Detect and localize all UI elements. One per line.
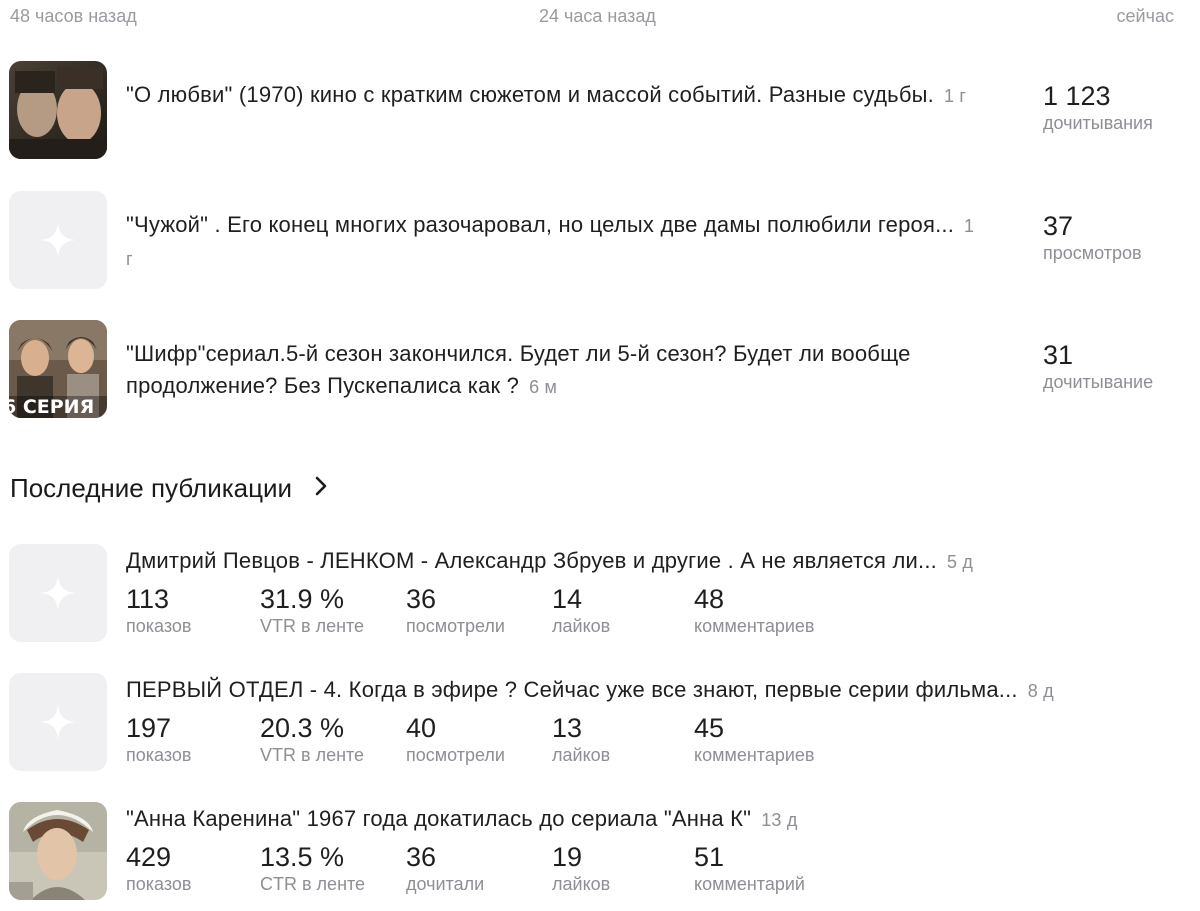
- publication-row[interactable]: "Анна Каренина" 1967 года докатилась до …: [0, 802, 1200, 902]
- article-title[interactable]: "Шифр"сериал.5-й сезон закончился. Будет…: [126, 338, 986, 403]
- article-metric: 1 123 дочитывания: [1043, 81, 1153, 135]
- metric-label: дочитывания: [1043, 113, 1153, 133]
- publication-title[interactable]: Дмитрий Певцов - ЛЕНКОМ - Александр Збру…: [126, 546, 973, 577]
- metric-value: 31: [1043, 340, 1074, 370]
- timeline-label-48h: 48 часов назад: [10, 6, 137, 26]
- stat-label: дочитали: [406, 874, 485, 894]
- stat-label: посмотрели: [406, 745, 505, 765]
- article-thumbnail: [9, 191, 107, 289]
- article-metric: 31 дочитывание: [1043, 340, 1153, 394]
- timeline-label-24h: 24 часа назад: [539, 6, 656, 26]
- stat-value: 14: [552, 584, 583, 614]
- metric-label: дочитывание: [1043, 372, 1154, 392]
- stat-label: лайков: [552, 874, 611, 894]
- publication-row[interactable]: ПЕРВЫЙ ОТДЕЛ - 4. Когда в эфире ? Сейчас…: [0, 673, 1200, 773]
- stat-impressions: 429 показов: [126, 842, 191, 896]
- thumbnail-caption: 6 СЕРИЯ: [9, 396, 95, 418]
- stat-value: 113: [126, 584, 170, 614]
- publication-age: 5 д: [946, 552, 974, 572]
- article-thumbnail: [9, 61, 107, 159]
- chevron-right-icon[interactable]: [314, 475, 328, 502]
- publication-thumbnail: [9, 673, 107, 771]
- stat-reads: 36 дочитали: [406, 842, 484, 896]
- sparkle-placeholder-icon: [40, 222, 76, 258]
- stat-value: 19: [552, 842, 583, 872]
- stat-value: 36: [406, 842, 437, 872]
- top-article-row[interactable]: 6 СЕРИЯ "Шифр"сериал.5-й сезон закончилс…: [0, 320, 1200, 420]
- publication-thumbnail: [9, 544, 107, 642]
- stat-value: 31.9 %: [260, 584, 345, 614]
- stat-label: VTR в ленте: [260, 616, 365, 636]
- publication-title-text[interactable]: ПЕРВЫЙ ОТДЕЛ - 4. Когда в эфире ? Сейчас…: [126, 677, 1018, 702]
- stat-impressions: 197 показов: [126, 713, 191, 767]
- publication-age: 8 д: [1027, 681, 1054, 701]
- photo-woman-portrait-icon: [9, 802, 107, 900]
- stat-value: 429: [126, 842, 172, 872]
- stat-label: посмотрели: [406, 616, 505, 636]
- article-age: 1 г: [943, 86, 967, 106]
- stat-comments: 48 комментариев: [694, 584, 814, 638]
- stat-label: показов: [126, 616, 192, 636]
- publication-title-text[interactable]: Дмитрий Певцов - ЛЕНКОМ - Александр Збру…: [126, 548, 937, 573]
- stat-value: 197: [126, 713, 172, 743]
- article-metric: 37 просмотров: [1043, 211, 1142, 265]
- stat-likes: 14 лайков: [552, 584, 610, 638]
- stat-value: 48: [694, 584, 725, 614]
- section-title[interactable]: Последние публикации: [10, 473, 292, 504]
- stat-label: комментарий: [694, 874, 805, 894]
- stat-label: лайков: [552, 616, 611, 636]
- stat-value: 51: [694, 842, 725, 872]
- stat-views: 40 посмотрели: [406, 713, 505, 767]
- metric-value: 1 123: [1043, 81, 1111, 111]
- stat-value: 36: [406, 584, 437, 614]
- stat-label: лайков: [552, 745, 611, 765]
- sparkle-placeholder-icon: [40, 575, 76, 611]
- publication-title[interactable]: ПЕРВЫЙ ОТДЕЛ - 4. Когда в эфире ? Сейчас…: [126, 675, 1054, 706]
- metric-label: просмотров: [1043, 243, 1142, 263]
- stat-likes: 13 лайков: [552, 713, 610, 767]
- recent-publications-header[interactable]: Последние публикации: [10, 470, 328, 506]
- article-age: 6 м: [529, 377, 558, 397]
- article-thumbnail: 6 СЕРИЯ: [9, 320, 107, 418]
- stat-label: VTR в ленте: [260, 745, 365, 765]
- publication-thumbnail: [9, 802, 107, 900]
- publication-age: 13 д: [761, 810, 798, 830]
- stat-value: 13.5 %: [260, 842, 345, 872]
- article-title-text[interactable]: "О любви" (1970) кино с кратким сюжетом …: [126, 82, 934, 107]
- stat-likes: 19 лайков: [552, 842, 610, 896]
- stat-vtr: 20.3 % VTR в ленте: [260, 713, 364, 767]
- article-title-text[interactable]: "Чужой" . Его конец многих разочаровал, …: [126, 212, 954, 237]
- stat-views: 36 посмотрели: [406, 584, 505, 638]
- stat-comments: 45 комментариев: [694, 713, 814, 767]
- stat-impressions: 113 показов: [126, 584, 191, 638]
- stat-label: показов: [126, 745, 192, 765]
- timeline-label-now: сейчас: [1116, 6, 1174, 26]
- stat-label: комментариев: [694, 745, 815, 765]
- stat-value: 40: [406, 713, 437, 743]
- stat-value: 20.3 %: [260, 713, 345, 743]
- stat-value: 45: [694, 713, 725, 743]
- metric-value: 37: [1043, 211, 1074, 241]
- photo-two-women-icon: [9, 61, 107, 159]
- stat-label: показов: [126, 874, 192, 894]
- sparkle-placeholder-icon: [40, 704, 76, 740]
- stat-label: комментариев: [694, 616, 815, 636]
- stat-label: CTR в ленте: [260, 874, 366, 894]
- stat-value: 13: [552, 713, 583, 743]
- stat-comments: 51 комментарий: [694, 842, 805, 896]
- publication-row[interactable]: Дмитрий Певцов - ЛЕНКОМ - Александр Збру…: [0, 544, 1200, 644]
- timeline-axis: 48 часов назад 24 часа назад сейчас: [0, 6, 1200, 28]
- publication-title[interactable]: "Анна Каренина" 1967 года докатилась до …: [126, 804, 798, 835]
- top-article-row[interactable]: "Чужой" . Его конец многих разочаровал, …: [0, 191, 1200, 291]
- publication-title-text[interactable]: "Анна Каренина" 1967 года докатилась до …: [126, 806, 751, 831]
- stat-vtr: 31.9 % VTR в ленте: [260, 584, 364, 638]
- article-title[interactable]: "Чужой" . Его конец многих разочаровал, …: [126, 209, 986, 275]
- article-title-text[interactable]: "Шифр"сериал.5-й сезон закончился. Будет…: [126, 341, 911, 398]
- stat-ctr: 13.5 % CTR в ленте: [260, 842, 365, 896]
- article-title[interactable]: "О любви" (1970) кино с кратким сюжетом …: [126, 79, 986, 112]
- top-article-row[interactable]: "О любви" (1970) кино с кратким сюжетом …: [0, 61, 1200, 161]
